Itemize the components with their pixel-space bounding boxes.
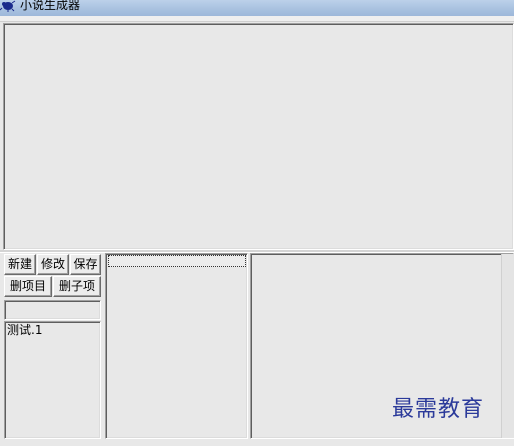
new-button[interactable]: 新建 bbox=[4, 254, 36, 275]
title-separator bbox=[0, 16, 514, 22]
delete-item-button[interactable]: 删项目 bbox=[4, 276, 52, 297]
watermark: 最需教育 bbox=[392, 397, 485, 422]
middle-list-panel[interactable] bbox=[105, 253, 248, 439]
main-text-area[interactable] bbox=[3, 23, 514, 250]
name-input[interactable] bbox=[4, 300, 101, 320]
save-button[interactable]: 保存 bbox=[70, 254, 101, 275]
vertical-scrollbar[interactable] bbox=[501, 254, 514, 438]
window-title: 小说生成器 bbox=[20, 0, 81, 12]
edit-button[interactable]: 修改 bbox=[37, 254, 69, 275]
list-item[interactable]: 测试.1 bbox=[7, 323, 42, 337]
delete-child-button[interactable]: 删子项 bbox=[53, 276, 101, 297]
bottom-edge bbox=[0, 439, 514, 446]
item-list[interactable]: 测试.1 bbox=[4, 321, 101, 439]
bug-icon bbox=[0, 0, 16, 12]
list-item[interactable] bbox=[108, 255, 246, 267]
